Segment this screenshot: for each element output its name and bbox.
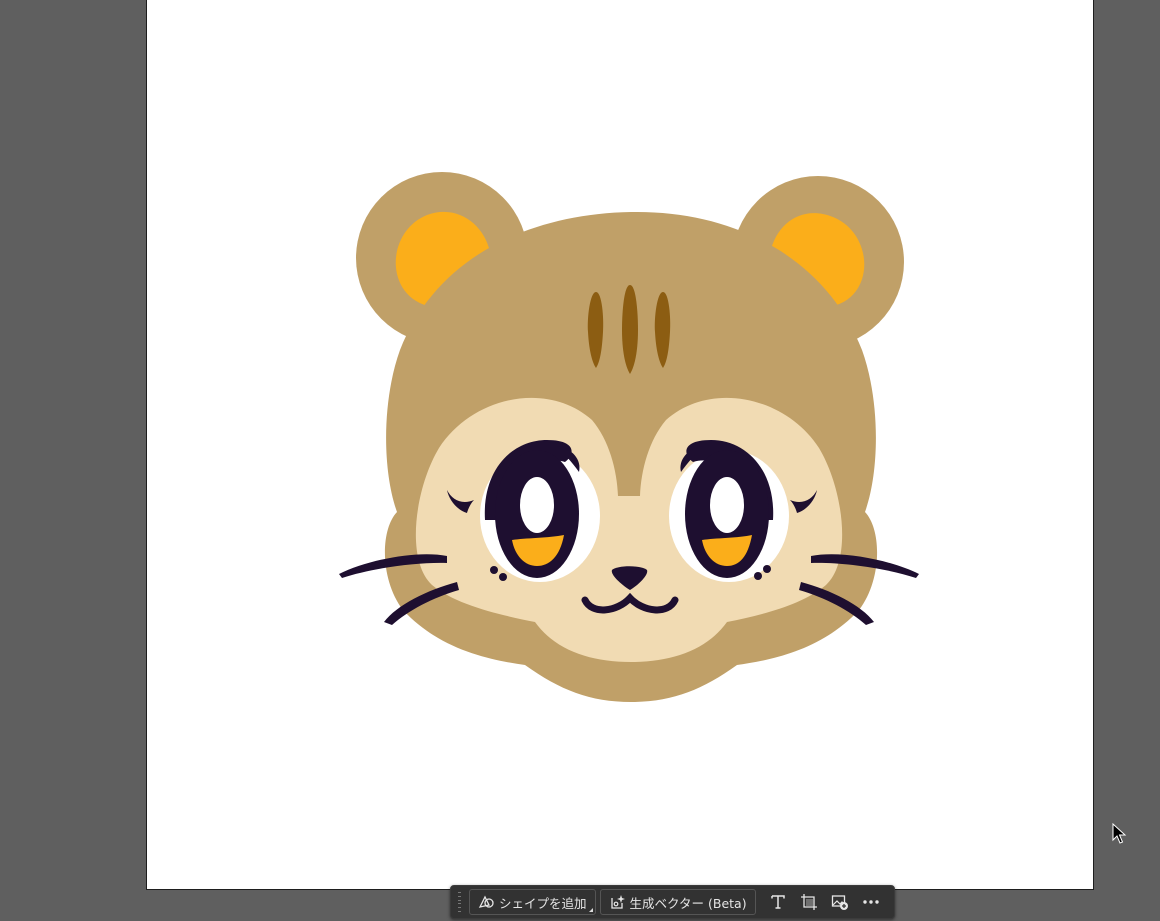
cat-face-illustration[interactable] bbox=[147, 0, 1095, 890]
add-shape-options-indicator bbox=[588, 908, 593, 912]
contextual-task-bar[interactable]: シェイプを追加 生成ベクター (Beta) bbox=[450, 885, 895, 919]
add-shape-button[interactable]: シェイプを追加 bbox=[469, 889, 596, 915]
sparkle-vector-icon bbox=[610, 895, 625, 909]
canvas-workspace[interactable]: シェイプを追加 生成ベクター (Beta) bbox=[0, 0, 1160, 921]
artboard[interactable] bbox=[146, 0, 1094, 890]
place-image-button[interactable] bbox=[827, 889, 853, 915]
more-options-button[interactable] bbox=[858, 889, 884, 915]
arrow-cursor-icon bbox=[1112, 823, 1127, 844]
crop-artboard-icon bbox=[800, 894, 817, 910]
crop-artboard-button[interactable] bbox=[796, 889, 822, 915]
place-image-icon bbox=[831, 895, 848, 910]
add-shape-label: シェイプを追加 bbox=[499, 895, 587, 911]
generate-vector-button[interactable]: 生成ベクター (Beta) bbox=[599, 889, 756, 915]
type-icon bbox=[770, 895, 785, 909]
more-icon bbox=[862, 900, 879, 904]
type-tool-button[interactable] bbox=[765, 889, 791, 915]
taskbar-drag-handle[interactable] bbox=[455, 892, 463, 912]
generate-vector-label: 生成ベクター (Beta) bbox=[629, 895, 747, 911]
shape-icon bbox=[478, 895, 494, 908]
